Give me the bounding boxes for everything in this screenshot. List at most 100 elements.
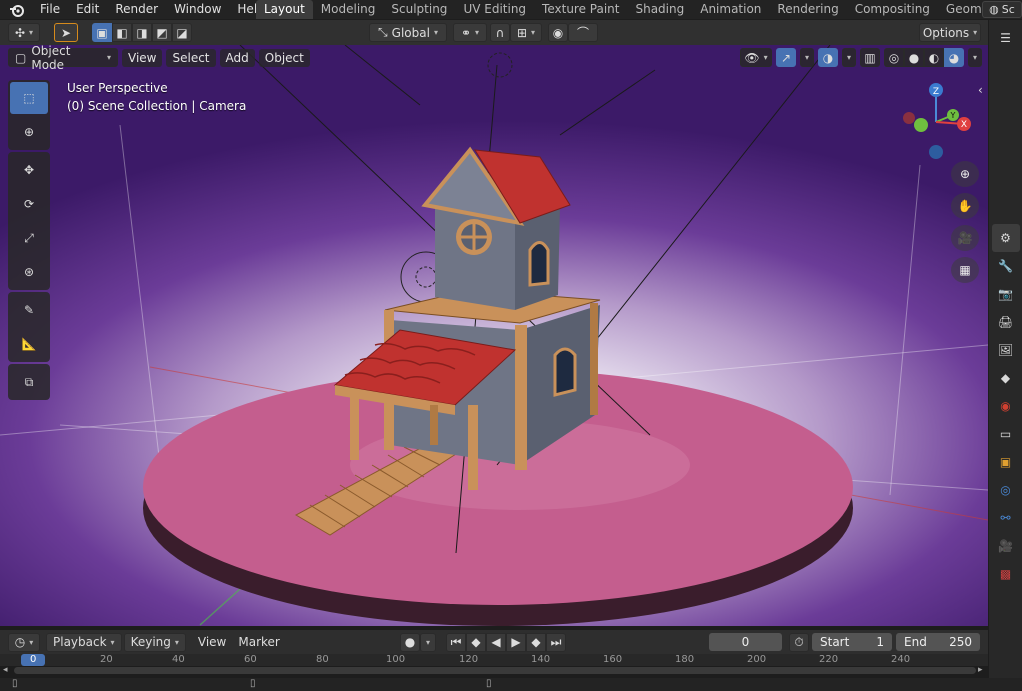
scroll-right-icon[interactable]: ▸	[978, 665, 983, 675]
scene-selector[interactable]: ◍ Sc	[982, 1, 1022, 18]
scroll-left-icon[interactable]: ◂	[3, 665, 8, 675]
timeline-ruler[interactable]: 0 20 40 60 80 100 120 140 160 180 200 22…	[0, 654, 988, 666]
tool-rotate[interactable]: ⟳	[10, 188, 48, 220]
gizmo-toggle[interactable]: ↗	[776, 48, 796, 67]
tab-uv-editing[interactable]: UV Editing	[455, 0, 534, 19]
status-bar: ▯ ▯ ▯	[0, 678, 1022, 691]
tool-group-annotate: ✎ 📐	[8, 292, 50, 362]
camera-view-button[interactable]: 🎥	[951, 225, 979, 251]
select-mode-new-button[interactable]: ▣	[92, 23, 112, 42]
scene-properties-icon[interactable]: ◆	[992, 364, 1020, 392]
play-reverse-button[interactable]: ◀	[486, 632, 506, 652]
overlays-dropdown[interactable]: ▾	[842, 48, 856, 67]
tool-scale[interactable]: ⤢	[10, 222, 48, 254]
select-mode-extend-button[interactable]: ◧	[112, 23, 132, 42]
properties-editor-icon[interactable]: ⚙	[991, 224, 1020, 252]
select-mode-invert-button[interactable]: ◩	[152, 23, 172, 42]
tool-select-box[interactable]: ⬚	[10, 82, 48, 114]
zoom-button[interactable]: ⊕	[951, 161, 979, 187]
shading-material-button[interactable]: ◐	[924, 48, 944, 67]
tool-properties-icon[interactable]: 🔧	[992, 252, 1020, 280]
object-mode-dropdown[interactable]: ▢ Object Mode ▾	[8, 45, 118, 72]
select-mode-intersect-button[interactable]: ◪	[172, 23, 192, 42]
output-properties-icon[interactable]: 🖨	[992, 308, 1020, 336]
3d-viewport[interactable]: ▢ Object Mode ▾ View Select Add Object 👁…	[0, 45, 988, 626]
snap-toggle[interactable]: ∩	[490, 23, 510, 42]
menu-window[interactable]: Window	[166, 0, 229, 19]
shading-wireframe-button[interactable]: ◎	[884, 48, 904, 67]
menu-add[interactable]: Add	[219, 48, 255, 67]
xray-toggle[interactable]: ▥	[860, 48, 880, 67]
tool-transform[interactable]: ⊛	[10, 256, 48, 288]
tab-modeling[interactable]: Modeling	[313, 0, 384, 19]
shading-options-dropdown[interactable]: ▾	[968, 48, 982, 67]
world-properties-icon[interactable]: ◉	[992, 392, 1020, 420]
tool-cursor[interactable]: ⊕	[10, 116, 48, 148]
tool-annotate[interactable]: ✎	[10, 294, 48, 326]
view-layer-properties-icon[interactable]: 🖼	[992, 336, 1020, 364]
physics-properties-icon[interactable]: ◎	[992, 476, 1020, 504]
editor-type-button[interactable]: ✣ ▾	[8, 23, 40, 42]
navigation-gizmo[interactable]: Z Y X	[896, 80, 980, 164]
timeline-scrollbar[interactable]	[14, 667, 976, 674]
pivot-point-dropdown[interactable]: ⚭ ▾	[453, 23, 487, 42]
tab-rendering[interactable]: Rendering	[769, 0, 846, 19]
keying-dropdown[interactable]: Keying ▾	[123, 632, 186, 652]
snap-target-dropdown[interactable]: ⊞ ▾	[510, 23, 542, 42]
tool-move[interactable]: ✥	[10, 154, 48, 186]
playback-dropdown[interactable]: Playback ▾	[46, 632, 122, 652]
tool-measure[interactable]: 📐	[10, 328, 48, 360]
play-button[interactable]: ▶	[506, 632, 526, 652]
gizmo-dropdown[interactable]: ▾	[800, 48, 814, 67]
start-frame-field[interactable]: Start 1	[812, 633, 892, 651]
transform-orientation-dropdown[interactable]: ⤡ Global ▾	[369, 23, 447, 42]
constraint-properties-icon[interactable]: ⚯	[992, 504, 1020, 532]
jump-end-button[interactable]: ⏭	[546, 632, 566, 652]
tab-shading[interactable]: Shading	[627, 0, 692, 19]
timeline-editor-type-button[interactable]: ◷ ▾	[8, 632, 40, 652]
jump-start-button[interactable]: ⏮	[446, 632, 466, 652]
use-preview-range-toggle[interactable]: ⏱	[789, 632, 809, 652]
options-dropdown[interactable]: Options ▾	[919, 23, 981, 42]
shading-rendered-button[interactable]: ◕	[944, 48, 964, 67]
tab-texture-paint[interactable]: Texture Paint	[534, 0, 627, 19]
tab-layout[interactable]: Layout	[256, 0, 313, 19]
select-mode-subtract-button[interactable]: ◨	[132, 23, 152, 42]
object-data-properties-icon[interactable]: 🎥	[992, 532, 1020, 560]
perspective-toggle-button[interactable]: ▦	[951, 257, 979, 283]
tab-animation[interactable]: Animation	[692, 0, 769, 19]
end-frame-field[interactable]: End 250	[896, 633, 980, 651]
object-properties-icon[interactable]: ▣	[992, 448, 1020, 476]
shading-solid-button[interactable]: ●	[904, 48, 924, 67]
render-properties-icon[interactable]: 📷	[992, 280, 1020, 308]
auto-keying-toggle[interactable]: ●	[400, 632, 420, 652]
texture-properties-icon[interactable]: ▩	[992, 560, 1020, 588]
select-tool-button[interactable]: ➤	[54, 23, 78, 42]
menu-render[interactable]: Render	[107, 0, 166, 19]
collection-properties-icon[interactable]: ▭	[992, 420, 1020, 448]
menu-view[interactable]: View	[122, 48, 163, 67]
menu-edit[interactable]: Edit	[68, 0, 107, 19]
timeline-marker-menu[interactable]: Marker	[232, 635, 285, 649]
tab-compositing[interactable]: Compositing	[847, 0, 938, 19]
auto-keying-dropdown[interactable]: ▾	[420, 632, 436, 652]
blender-logo-icon[interactable]	[8, 1, 26, 19]
timeline-view-menu[interactable]: View	[192, 635, 232, 649]
visibility-dropdown[interactable]: 👁 ▾	[740, 48, 772, 67]
menu-select[interactable]: Select	[166, 48, 216, 67]
current-frame-field[interactable]: 0	[709, 633, 782, 651]
proportional-falloff-dropdown[interactable]: ⌒	[568, 23, 598, 42]
tab-sculpting[interactable]: Sculpting	[383, 0, 455, 19]
next-keyframe-button[interactable]: ◆	[526, 632, 546, 652]
proportional-editing-toggle[interactable]: ◉	[548, 23, 568, 42]
viewport-shading-controls: 👁 ▾ ↗ ▾ ◑ ▾ ▥ ◎ ● ◐ ◕ ▾	[740, 48, 982, 67]
prev-keyframe-button[interactable]: ◆	[466, 632, 486, 652]
tool-add-cube[interactable]: ⧉	[10, 366, 48, 398]
pan-button[interactable]: ✋	[951, 193, 979, 219]
sidebar-toggle-icon[interactable]: ‹	[978, 83, 983, 97]
ruler-mark: 0	[30, 654, 37, 665]
outliner-filter-icon[interactable]: ☰	[992, 24, 1020, 52]
overlays-toggle[interactable]: ◑	[818, 48, 838, 67]
menu-object[interactable]: Object	[258, 48, 310, 67]
menu-file[interactable]: File	[32, 0, 68, 19]
